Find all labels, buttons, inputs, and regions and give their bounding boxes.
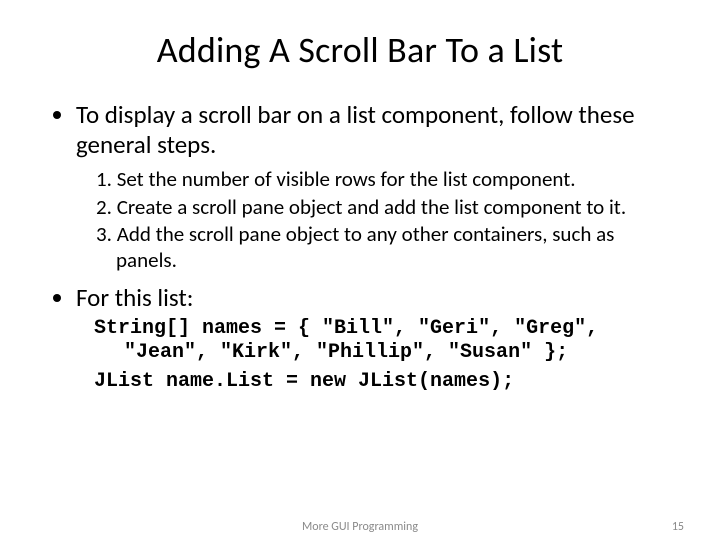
bullet-intro: To display a scroll bar on a list compon… xyxy=(76,100,672,273)
step-1: 1. Set the number of visible rows for th… xyxy=(96,167,672,193)
bullet-intro-text: To display a scroll bar on a list compon… xyxy=(76,99,635,160)
bullet-list: To display a scroll bar on a list compon… xyxy=(48,100,672,394)
slide: Adding A Scroll Bar To a List To display… xyxy=(0,0,720,540)
page-number: 15 xyxy=(672,520,684,534)
step-2: 2. Create a scroll pane object and add t… xyxy=(96,195,672,221)
code-line-1: String[] names = { "Bill", "Geri", "Greg… xyxy=(76,317,672,366)
footer-center: More GUI Programming xyxy=(302,520,418,534)
step-3: 3. Add the scroll pane object to any oth… xyxy=(96,222,672,273)
code-line-2: JList name.List = new JList(names); xyxy=(76,370,672,394)
steps-list: 1. Set the number of visible rows for th… xyxy=(76,167,672,273)
bullet-forthis-text: For this list: xyxy=(76,282,193,313)
bullet-forthis: For this list: String[] names = { "Bill"… xyxy=(76,283,672,394)
slide-title: Adding A Scroll Bar To a List xyxy=(48,28,672,72)
